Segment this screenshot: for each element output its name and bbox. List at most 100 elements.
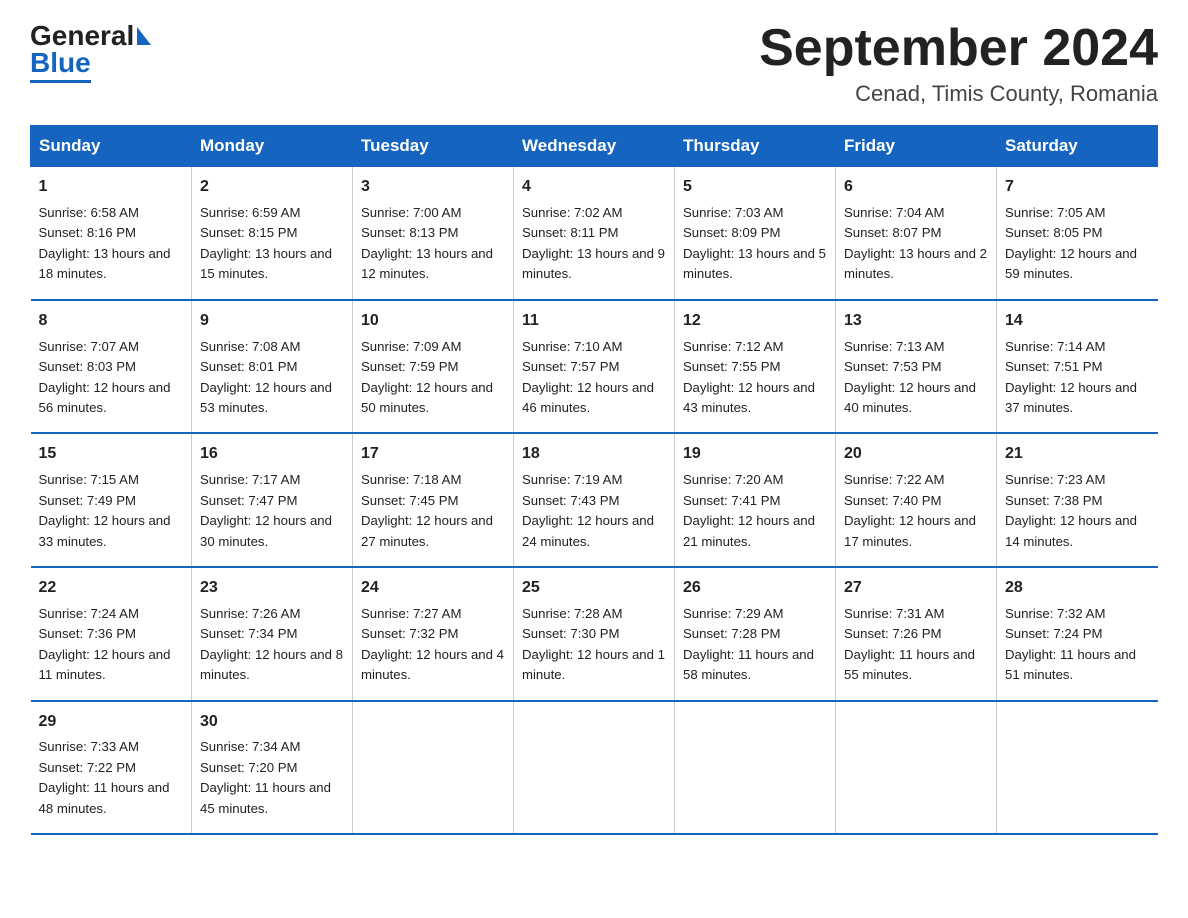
calendar-cell: 22 Sunrise: 7:24 AMSunset: 7:36 PMDayligh… [31,567,192,701]
day-number: 4 [522,175,666,200]
day-number: 14 [1005,309,1150,334]
day-of-week-sunday: Sunday [31,126,192,167]
day-info: Sunrise: 7:31 AMSunset: 7:26 PMDaylight:… [844,604,988,686]
day-info: Sunrise: 6:59 AMSunset: 8:15 PMDaylight:… [200,203,344,285]
day-number: 15 [39,442,184,467]
day-info: Sunrise: 7:27 AMSunset: 7:32 PMDaylight:… [361,604,505,686]
calendar-cell [836,701,997,835]
day-number: 17 [361,442,505,467]
day-info: Sunrise: 6:58 AMSunset: 8:16 PMDaylight:… [39,203,184,285]
calendar-cell: 15 Sunrise: 7:15 AMSunset: 7:49 PMDayligh… [31,433,192,567]
day-info: Sunrise: 7:23 AMSunset: 7:38 PMDaylight:… [1005,470,1150,552]
calendar-cell: 20 Sunrise: 7:22 AMSunset: 7:40 PMDayligh… [836,433,997,567]
day-info: Sunrise: 7:10 AMSunset: 7:57 PMDaylight:… [522,337,666,419]
day-number: 6 [844,175,988,200]
day-number: 20 [844,442,988,467]
day-info: Sunrise: 7:05 AMSunset: 8:05 PMDaylight:… [1005,203,1150,285]
day-info: Sunrise: 7:26 AMSunset: 7:34 PMDaylight:… [200,604,344,686]
logo-blue-text: Blue [30,48,91,83]
calendar-cell: 13 Sunrise: 7:13 AMSunset: 7:53 PMDayligh… [836,300,997,434]
calendar-cell: 28Sunrise: 7:32 AMSunset: 7:24 PMDayligh… [997,567,1158,701]
day-info: Sunrise: 7:29 AMSunset: 7:28 PMDaylight:… [683,604,827,686]
day-of-week-wednesday: Wednesday [514,126,675,167]
day-number: 10 [361,309,505,334]
calendar-cell: 24 Sunrise: 7:27 AMSunset: 7:32 PMDayligh… [353,567,514,701]
day-info: Sunrise: 7:13 AMSunset: 7:53 PMDaylight:… [844,337,988,419]
day-info: Sunrise: 7:24 AMSunset: 7:36 PMDaylight:… [39,604,184,686]
day-number: 30 [200,710,344,735]
location-title: Cenad, Timis County, Romania [759,81,1158,107]
calendar-week-row: 8Sunrise: 7:07 AMSunset: 8:03 PMDaylight… [31,300,1158,434]
day-number: 18 [522,442,666,467]
calendar-cell: 23 Sunrise: 7:26 AMSunset: 7:34 PMDayligh… [192,567,353,701]
day-of-week-friday: Friday [836,126,997,167]
calendar-cell: 5 Sunrise: 7:03 AMSunset: 8:09 PMDaylight… [675,167,836,300]
calendar-cell: 21 Sunrise: 7:23 AMSunset: 7:38 PMDayligh… [997,433,1158,567]
day-number: 23 [200,576,344,601]
calendar-cell: 17 Sunrise: 7:18 AMSunset: 7:45 PMDayligh… [353,433,514,567]
day-number: 13 [844,309,988,334]
day-info: Sunrise: 7:12 AMSunset: 7:55 PMDaylight:… [683,337,827,419]
day-number: 7 [1005,175,1150,200]
day-info: Sunrise: 7:00 AMSunset: 8:13 PMDaylight:… [361,203,505,285]
calendar-cell: 2 Sunrise: 6:59 AMSunset: 8:15 PMDaylight… [192,167,353,300]
calendar-cell [353,701,514,835]
day-number: 12 [683,309,827,334]
day-info: Sunrise: 7:22 AMSunset: 7:40 PMDaylight:… [844,470,988,552]
calendar-cell [997,701,1158,835]
day-number: 2 [200,175,344,200]
day-info: Sunrise: 7:15 AMSunset: 7:49 PMDaylight:… [39,470,184,552]
day-of-week-saturday: Saturday [997,126,1158,167]
day-info: Sunrise: 7:04 AMSunset: 8:07 PMDaylight:… [844,203,988,285]
day-info: Sunrise: 7:03 AMSunset: 8:09 PMDaylight:… [683,203,827,285]
day-number: 11 [522,309,666,334]
calendar-header-row: SundayMondayTuesdayWednesdayThursdayFrid… [31,126,1158,167]
calendar-cell: 8Sunrise: 7:07 AMSunset: 8:03 PMDaylight… [31,300,192,434]
day-info: Sunrise: 7:17 AMSunset: 7:47 PMDaylight:… [200,470,344,552]
calendar-cell: 25Sunrise: 7:28 AMSunset: 7:30 PMDayligh… [514,567,675,701]
title-area: September 2024 Cenad, Timis County, Roma… [759,20,1158,107]
day-number: 29 [39,710,184,735]
calendar-cell: 11 Sunrise: 7:10 AMSunset: 7:57 PMDayligh… [514,300,675,434]
month-title: September 2024 [759,20,1158,77]
day-info: Sunrise: 7:18 AMSunset: 7:45 PMDaylight:… [361,470,505,552]
day-info: Sunrise: 7:28 AMSunset: 7:30 PMDaylight:… [522,604,666,686]
calendar-cell [675,701,836,835]
day-number: 3 [361,175,505,200]
day-of-week-thursday: Thursday [675,126,836,167]
day-number: 9 [200,309,344,334]
day-info: Sunrise: 7:07 AMSunset: 8:03 PMDaylight:… [39,337,184,419]
calendar-cell: 16 Sunrise: 7:17 AMSunset: 7:47 PMDayligh… [192,433,353,567]
day-info: Sunrise: 7:19 AMSunset: 7:43 PMDaylight:… [522,470,666,552]
calendar-cell: 30Sunrise: 7:34 AMSunset: 7:20 PMDayligh… [192,701,353,835]
calendar-week-row: 22 Sunrise: 7:24 AMSunset: 7:36 PMDayligh… [31,567,1158,701]
day-info: Sunrise: 7:08 AMSunset: 8:01 PMDaylight:… [200,337,344,419]
day-info: Sunrise: 7:20 AMSunset: 7:41 PMDaylight:… [683,470,827,552]
calendar-cell: 19 Sunrise: 7:20 AMSunset: 7:41 PMDayligh… [675,433,836,567]
calendar-week-row: 1Sunrise: 6:58 AMSunset: 8:16 PMDaylight… [31,167,1158,300]
calendar-table: SundayMondayTuesdayWednesdayThursdayFrid… [30,125,1158,835]
day-number: 5 [683,175,827,200]
calendar-cell: 10 Sunrise: 7:09 AMSunset: 7:59 PMDayligh… [353,300,514,434]
day-of-week-monday: Monday [192,126,353,167]
calendar-cell: 18 Sunrise: 7:19 AMSunset: 7:43 PMDayligh… [514,433,675,567]
day-number: 19 [683,442,827,467]
day-info: Sunrise: 7:32 AMSunset: 7:24 PMDaylight:… [1005,604,1150,686]
logo-arrow-icon [137,27,151,45]
calendar-cell: 4 Sunrise: 7:02 AMSunset: 8:11 PMDaylight… [514,167,675,300]
calendar-cell: 1Sunrise: 6:58 AMSunset: 8:16 PMDaylight… [31,167,192,300]
logo: General Blue [30,20,151,83]
day-info: Sunrise: 7:09 AMSunset: 7:59 PMDaylight:… [361,337,505,419]
calendar-cell: 27Sunrise: 7:31 AMSunset: 7:26 PMDayligh… [836,567,997,701]
day-info: Sunrise: 7:33 AMSunset: 7:22 PMDaylight:… [39,737,184,819]
day-number: 21 [1005,442,1150,467]
calendar-week-row: 15 Sunrise: 7:15 AMSunset: 7:49 PMDayligh… [31,433,1158,567]
calendar-cell: 26Sunrise: 7:29 AMSunset: 7:28 PMDayligh… [675,567,836,701]
day-number: 22 [39,576,184,601]
page-header: General Blue September 2024 Cenad, Timis… [30,20,1158,107]
day-number: 24 [361,576,505,601]
calendar-cell: 29Sunrise: 7:33 AMSunset: 7:22 PMDayligh… [31,701,192,835]
day-info: Sunrise: 7:02 AMSunset: 8:11 PMDaylight:… [522,203,666,285]
day-number: 16 [200,442,344,467]
calendar-cell: 12 Sunrise: 7:12 AMSunset: 7:55 PMDayligh… [675,300,836,434]
